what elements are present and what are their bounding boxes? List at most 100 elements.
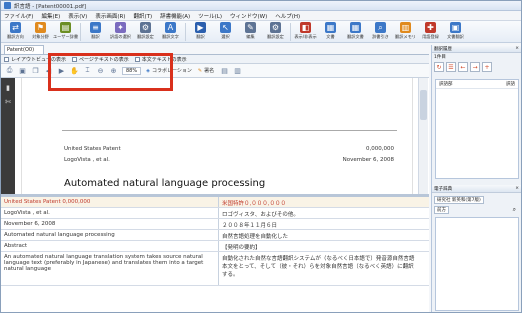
toolbar-button-12[interactable]: ▦ 文書 — [318, 21, 343, 40]
copy-icon[interactable]: ❐ — [31, 66, 40, 75]
toolbar-button-label: 文書翻訳 — [447, 34, 464, 39]
source-text-cell[interactable]: LogoVista , et al. — [1, 208, 219, 218]
toolbar-button-label: 翻訳文書 — [347, 34, 364, 39]
toolbar-button-label: 表示/非表示 — [294, 34, 317, 39]
toolbar-button-2[interactable]: ▤ ユーザー辞書 — [53, 21, 78, 40]
pdf-document-title: Automated natural language processing — [64, 178, 266, 189]
attachments-icon[interactable]: ✄ — [4, 98, 12, 106]
toolbar-button-label: 翻訳文字 — [162, 34, 179, 39]
source-text-cell[interactable]: Automated natural language processing — [1, 230, 219, 240]
text-icon: Ａ — [165, 22, 176, 33]
translation-text-cell[interactable]: 自然言語処理を自動化した — [219, 230, 419, 240]
menu-dictionary[interactable]: 辞書機能(A) — [160, 12, 190, 20]
application-window: 訳言語 - [Patent00001.pdf] ファイル(F) 編集(E) 表示… — [0, 0, 522, 313]
translation-table: United States Patent 0,000,000 米国特許０,０００,… — [1, 197, 429, 312]
table-row[interactable]: An automated natural language translatio… — [1, 252, 429, 286]
scrollbar-thumb[interactable] — [420, 90, 427, 120]
annotation-button[interactable]: ✎ 署名 — [198, 67, 215, 75]
toolbar-button-9[interactable]: ✎ 編集 — [238, 21, 263, 40]
print-icon[interactable]: ⎙ — [5, 66, 14, 75]
translation-text-cell[interactable]: 【発明の要約】 — [219, 241, 419, 251]
table-row[interactable]: Automated natural language processing 自然言… — [1, 230, 429, 241]
history-back-icon[interactable]: ← — [458, 62, 468, 72]
toolbar-button-label: 用語登録 — [422, 34, 439, 39]
run-translate-icon: ▶ — [195, 22, 206, 33]
settings-icon: ⚙ — [140, 22, 151, 33]
toolbar-button-1[interactable]: ⚑ 対象分野 — [28, 21, 53, 40]
toolbar-button-11[interactable]: ◧ 表示/非表示 — [293, 21, 318, 40]
toolbar-button-label: 翻訳 — [196, 34, 205, 39]
toolbar-button-label: 文書 — [326, 34, 335, 39]
table-row[interactable]: United States Patent 0,000,000 米国特許０,０００,… — [1, 197, 429, 208]
user-dictionary-icon: ▤ — [60, 22, 71, 33]
menu-window[interactable]: ウィンドウ(W) — [230, 12, 267, 20]
toolbar-button-5[interactable]: ⚙ 翻訳設定 — [133, 21, 158, 40]
menu-file[interactable]: ファイル(F) — [4, 12, 33, 20]
toolbar-button-14[interactable]: ⌕ 辞書引き — [368, 21, 393, 40]
toolbar-button-7[interactable]: ▶ 翻訳 — [188, 21, 213, 40]
toolbar-button-6[interactable]: Ａ 翻訳文字 — [158, 21, 183, 40]
pane-close-icon[interactable]: × — [515, 46, 519, 51]
dictionary-close-icon[interactable]: × — [515, 186, 519, 191]
table-row[interactable]: Abstract 【発明の要約】 — [1, 241, 429, 252]
toolbar-button-label: 翻訳 — [91, 34, 100, 39]
save-icon[interactable]: ▣ — [18, 66, 27, 75]
toolbar-button-label: 訳語の選択 — [110, 34, 131, 39]
translated-document-icon: ▦ — [350, 22, 361, 33]
pdf-vertical-scrollbar[interactable] — [418, 78, 428, 194]
history-add-icon[interactable]: + — [482, 62, 492, 72]
toolbar-button-4[interactable]: ✦ 訳語の選択 — [108, 21, 133, 40]
source-text-cell[interactable]: November 6, 2008 — [1, 219, 219, 229]
translation-text-cell[interactable]: 自動化された自然な言語翻訳システムが（なるべく日本語で）発音源自然言語本文をとっ… — [219, 252, 419, 285]
source-text-cell[interactable]: An automated natural language translatio… — [1, 252, 219, 285]
dictionary-results — [435, 217, 519, 311]
history-forward-icon[interactable]: → — [470, 62, 480, 72]
history-header: 翻訳履歴 × — [432, 45, 521, 53]
toolbar-button-label: 翻訳設定 — [267, 34, 284, 39]
memory-icon: ▥ — [400, 22, 411, 33]
fit-page-icon[interactable]: ▤ — [220, 66, 229, 75]
pdf-header-right: 0,000,000 — [366, 146, 394, 152]
toolbar-button-10[interactable]: ⚙ 翻訳設定 — [263, 21, 288, 40]
source-text-cell[interactable]: United States Patent 0,000,000 — [1, 197, 219, 207]
toolbar-button-0[interactable]: ⇄ 翻訳方向 — [3, 21, 28, 40]
toolbar-button-13[interactable]: ▦ 翻訳文書 — [343, 21, 368, 40]
pdf-rule-top — [62, 130, 397, 131]
menu-bar: ファイル(F) 編集(E) 表示(V) 表示画面(R) 翻訳(T) 辞書機能(A… — [1, 11, 521, 21]
toolbar-separator — [185, 23, 186, 41]
pages-icon[interactable]: ▮ — [4, 84, 12, 92]
toolbar-button-16[interactable]: ✚ 用語登録 — [418, 21, 443, 40]
menu-display[interactable]: 表示画面(R) — [95, 12, 125, 20]
dictionary-search-icon[interactable]: ⌕ — [513, 206, 516, 214]
toolbar-button-3[interactable]: ≡ 翻訳 — [83, 21, 108, 40]
config-icon: ⚙ — [270, 22, 281, 33]
history-list-icon[interactable]: ☰ — [446, 62, 456, 72]
menu-view[interactable]: 表示(V) — [68, 12, 87, 20]
translation-text-cell[interactable]: ロゴヴィスタ、およびその他。 — [219, 208, 419, 218]
translation-text-cell[interactable]: 米国特許０,０００,０００ — [219, 197, 419, 207]
history-apply-icon[interactable]: ↻ — [434, 62, 444, 72]
dictionary-select[interactable]: 研究社 新英和(第7版) — [434, 196, 484, 204]
document-tab[interactable]: Patent(O0) — [4, 45, 44, 54]
layout-view-icon — [4, 56, 9, 62]
translation-text-cell[interactable]: ２００８年１１月６日 — [219, 219, 419, 229]
toolbar-button-17[interactable]: ▣ 文書翻訳 — [443, 21, 468, 40]
menu-translate[interactable]: 翻訳(T) — [133, 12, 152, 20]
dictionary-mode-select[interactable]: 前方 — [434, 206, 449, 214]
annotation-label: 署名 — [204, 68, 215, 74]
menu-tools[interactable]: ツール(L) — [198, 12, 222, 20]
menu-help[interactable]: ヘルプ(H) — [275, 12, 300, 20]
toolbar-button-label: 翻訳方向 — [7, 34, 24, 39]
table-row[interactable]: LogoVista , et al. ロゴヴィスタ、およびその他。 — [1, 208, 429, 219]
lookup-icon: ⌕ — [375, 22, 386, 33]
table-row[interactable]: November 6, 2008 ２００８年１１月６日 — [1, 219, 429, 230]
menu-edit[interactable]: 編集(E) — [41, 12, 60, 20]
source-text-cell[interactable]: Abstract — [1, 241, 219, 251]
col-translation: 訳語 — [506, 82, 515, 87]
history-tools: ↻ ☰ ← → + — [432, 61, 521, 73]
fit-width-icon[interactable]: ▥ — [233, 66, 242, 75]
toolbar-button-15[interactable]: ▥ 翻訳メモリ — [393, 21, 418, 40]
title-bar: 訳言語 - [Patent00001.pdf] — [1, 1, 521, 11]
toolbar-button-8[interactable]: ↖ 選択 — [213, 21, 238, 40]
pdf-page: United States Patent 0,000,000 LogoVista… — [21, 78, 413, 194]
